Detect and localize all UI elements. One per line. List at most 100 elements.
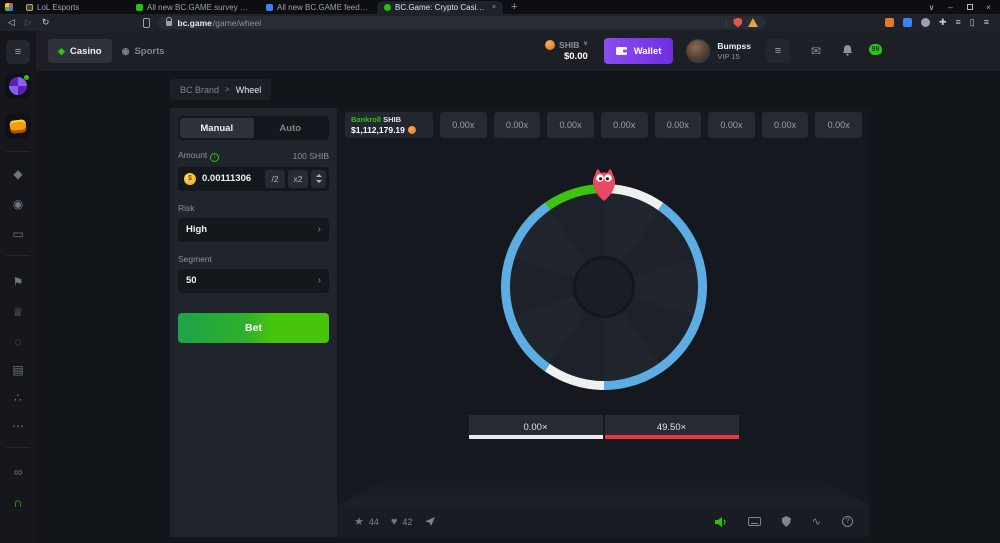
sidebar-item-bonus[interactable]: ◌ [5,329,31,355]
split-view-icon[interactable]: ▯ [970,18,975,27]
sidebar-item-shop[interactable]: ♕ [5,299,31,325]
bankroll-label: Bankroll [351,115,381,124]
result-bars: 0.00× 49.50× [337,415,870,439]
user-info[interactable]: Bumpss VIP 15 [717,41,751,61]
fairness-icon[interactable] [782,516,791,527]
history-multiplier-button[interactable]: 0.00x [440,112,487,138]
hotkeys-icon[interactable] [748,517,761,526]
sidebar-item-casino[interactable]: ◆ [5,161,31,187]
extension-icon[interactable] [885,18,894,27]
extension-row: ✚ ≡ ▯ ≡ [885,18,989,27]
history-multiplier-button[interactable]: 0.00x [708,112,755,138]
shib-coin-icon [408,126,416,134]
share-icon[interactable] [424,516,436,527]
tab-favicon [26,4,33,11]
history-multiplier-button[interactable]: 0.00x [655,112,702,138]
nav-casino-button[interactable]: ◆ Casino [48,39,112,63]
reload-icon[interactable]: ↻ [42,17,50,28]
close-window-button[interactable]: × [979,0,998,14]
adblock-shield-icon[interactable] [733,18,742,28]
amount-stepper[interactable] [311,170,326,188]
divider [6,151,30,152]
messages-button[interactable]: ✉ [811,44,821,58]
user-avatar[interactable] [686,39,710,63]
star-icon[interactable]: ★ [354,515,364,528]
nav-sports-button[interactable]: ◉ Sports [112,39,175,63]
tab-lol-esports[interactable]: LoL Esports [19,1,129,14]
back-icon[interactable]: ◁ [8,17,15,28]
new-tab-button[interactable]: + [511,2,517,12]
info-icon[interactable]: i [210,153,219,162]
breadcrumb-parent[interactable]: BC Brand [180,85,219,95]
minimize-button[interactable]: – [941,0,960,14]
sidebar-item-sports[interactable]: ◉ [5,191,31,217]
vip-level: VIP 15 [717,52,751,61]
tab-search-icon[interactable]: ∨ [922,0,941,14]
sidebar-item-forum[interactable]: ⋯ [5,413,31,439]
step-up-icon[interactable] [316,174,322,177]
half-amount-button[interactable]: /2 [265,170,285,188]
bet-button[interactable]: Bet [178,313,329,343]
sidebar-item-lottery[interactable]: ▭ [5,221,31,247]
tab-bcgame-survey[interactable]: All new BC.GAME survey & feedback [129,1,259,14]
tab-favicon [384,4,391,11]
currency-code: SHIB [559,40,579,50]
sidebar-item-support[interactable]: ∩ [5,489,31,515]
restore-button[interactable] [960,0,979,14]
sidebar-item-links[interactable]: ∞ [5,459,31,485]
sidebar-item-affiliate[interactable]: ∴ [5,385,31,411]
url-host: bc.game [177,18,212,28]
tab-bcgame-feedback[interactable]: All new BC.GAME feedback [259,1,377,14]
lock-icon [166,21,172,26]
shib-coin-icon [545,40,555,50]
sidebar-item-coin-rewards[interactable] [5,113,31,139]
history-multiplier-button[interactable]: 0.00x [762,112,809,138]
result-bar-win: 49.50× [605,415,739,439]
history-multiplier-button[interactable]: 0.00x [815,112,862,138]
quick-menu-button[interactable]: ≡ [766,39,790,63]
sidebar-item-spin-promo[interactable] [5,73,31,99]
history-multiplier-button[interactable]: 0.00x [601,112,648,138]
history-multiplier-button[interactable]: 0.00x [547,112,594,138]
result-underline [469,435,603,439]
bankroll-panel: Bankroll SHIB $1,112,179.19 [345,112,433,138]
heart-icon[interactable]: ♥ [391,516,398,528]
extensions-puzzle-icon[interactable]: ✚ [939,18,947,27]
tab-auto[interactable]: Auto [254,118,328,138]
tab-manual[interactable]: Manual [180,118,254,138]
risk-select[interactable]: High › [178,218,329,242]
sidebar-item-cards[interactable]: ▤ [5,357,31,383]
sidebar: ≡ ◆ ◉ ▭ ⚑ ♕ ◌ ▤ ∴ ⋯ ∞ ∩ [0,31,36,543]
side-panel-icon[interactable] [143,18,150,28]
currency-selector[interactable]: SHIB ∨ $0.00 [537,40,596,63]
step-down-icon[interactable] [316,180,322,183]
browser-profile-icon[interactable] [5,3,13,11]
sidebar-item-racing[interactable]: ⚑ [5,269,31,295]
warning-icon[interactable] [748,18,758,27]
chat-unread-badge: 99 [869,44,882,55]
address-bar[interactable]: bc.game /game/wheel | [158,16,766,29]
segment-select[interactable]: 50 › [178,269,329,293]
browser-menu-icon[interactable]: ≡ [984,18,989,27]
notifications-button[interactable] [842,44,853,59]
tab-close-icon[interactable]: × [492,4,496,11]
chevron-right-icon: › [318,275,321,286]
restore-icon [967,4,973,10]
reading-list-icon[interactable]: ≡ [956,18,961,27]
sports-ball-icon: ◉ [122,46,130,57]
extension-icon[interactable] [921,18,930,27]
wallet-button[interactable]: Wallet [604,38,674,64]
sidebar-menu-button[interactable]: ≡ [6,40,30,64]
history-multiplier-button[interactable]: 0.00x [494,112,541,138]
double-amount-button[interactable]: x2 [288,170,308,188]
wheel-game-widget: Manual Auto Amounti 100 SHIB $ 0.0011130… [170,108,870,537]
url-path: /game/wheel [213,18,261,28]
tab-bcgame-active[interactable]: BC.Game: Crypto Casino Games & × [377,1,503,14]
browser-tab-bar: LoL Esports All new BC.GAME survey & fee… [0,0,1000,14]
live-stats-icon[interactable]: ∿ [812,515,821,528]
help-icon[interactable]: ? [842,516,853,527]
wheel [501,184,707,390]
sound-on-icon[interactable] [714,516,727,528]
extension-icon[interactable] [903,18,912,27]
amount-input[interactable]: 0.00111306 [202,173,262,184]
